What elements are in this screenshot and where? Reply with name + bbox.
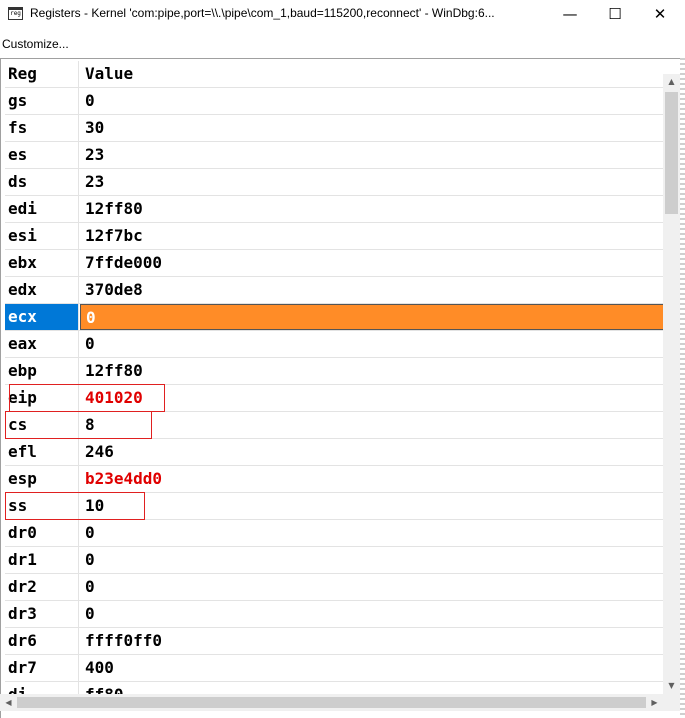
- register-name[interactable]: edx: [5, 277, 79, 303]
- register-row-ebx[interactable]: ebx 7ffde000: [5, 250, 666, 277]
- register-row-fs[interactable]: fs 30: [5, 115, 666, 142]
- windbg-app-icon[interactable]: reg: [8, 7, 23, 20]
- register-row-dr0[interactable]: dr0 0: [5, 520, 666, 547]
- register-value[interactable]: 246: [80, 439, 666, 465]
- register-name[interactable]: dr6: [5, 628, 79, 654]
- maximize-button[interactable]: ☐: [592, 0, 638, 28]
- horizontal-scroll-thumb[interactable]: [17, 697, 646, 708]
- register-name[interactable]: fs: [5, 115, 79, 141]
- register-row-eip[interactable]: eip 401020: [5, 385, 666, 412]
- register-value[interactable]: b23e4dd0: [80, 466, 666, 492]
- column-header-reg[interactable]: Reg: [5, 61, 79, 87]
- horizontal-scrollbar[interactable]: ◀ ▶: [0, 694, 663, 711]
- close-button[interactable]: ✕: [637, 0, 683, 28]
- register-value[interactable]: 23: [80, 142, 666, 168]
- register-row-ss[interactable]: ss 10: [5, 493, 666, 520]
- register-row-ds[interactable]: ds 23: [5, 169, 666, 196]
- register-row-ebp[interactable]: ebp 12ff80: [5, 358, 666, 385]
- register-row-dr2[interactable]: dr2 0: [5, 574, 666, 601]
- register-value[interactable]: 401020: [80, 385, 666, 411]
- register-value[interactable]: 7ffde000: [80, 250, 666, 276]
- register-name[interactable]: gs: [5, 88, 79, 114]
- customize-bar: Customize...: [0, 28, 685, 58]
- register-name[interactable]: ss: [5, 493, 79, 519]
- minimize-icon: —: [562, 5, 578, 23]
- grid-header: Reg Value: [5, 61, 666, 88]
- register-name[interactable]: cs: [5, 412, 79, 438]
- register-row-esi[interactable]: esi 12f7bc: [5, 223, 666, 250]
- register-name[interactable]: ds: [5, 169, 79, 195]
- scroll-down-arrow-icon[interactable]: ▼: [663, 678, 680, 694]
- register-row-dr7[interactable]: dr7 400: [5, 655, 666, 682]
- register-row-ecx[interactable]: ecx 0: [5, 304, 666, 331]
- minimize-button[interactable]: —: [547, 0, 593, 28]
- register-value[interactable]: 10: [80, 493, 666, 519]
- title-bar: reg Registers - Kernel 'com:pipe,port=\\…: [0, 0, 685, 28]
- register-value[interactable]: 0: [80, 331, 666, 357]
- register-value[interactable]: ffff0ff0: [80, 628, 666, 654]
- register-name[interactable]: dr2: [5, 574, 79, 600]
- register-name[interactable]: eip: [5, 385, 79, 411]
- register-name[interactable]: dr7: [5, 655, 79, 681]
- register-row-edi[interactable]: edi 12ff80: [5, 196, 666, 223]
- register-name[interactable]: dr3: [5, 601, 79, 627]
- register-value[interactable]: 12ff80: [80, 196, 666, 222]
- vertical-scrollbar[interactable]: ▲ ▼: [663, 74, 680, 694]
- register-row-cs[interactable]: cs 8: [5, 412, 666, 439]
- register-name[interactable]: esp: [5, 466, 79, 492]
- vertical-scroll-thumb[interactable]: [665, 92, 678, 214]
- register-row-efl[interactable]: efl 246: [5, 439, 666, 466]
- register-row-edx[interactable]: edx 370de8: [5, 277, 666, 304]
- register-name[interactable]: ebx: [5, 250, 79, 276]
- register-value[interactable]: 0: [80, 601, 666, 627]
- register-name[interactable]: ecx: [5, 304, 79, 330]
- register-name[interactable]: ebp: [5, 358, 79, 384]
- close-icon: ✕: [653, 5, 667, 23]
- register-value[interactable]: 400: [80, 655, 666, 681]
- register-row-esp[interactable]: esp b23e4dd0: [5, 466, 666, 493]
- register-value[interactable]: 23: [80, 169, 666, 195]
- register-value[interactable]: 8: [80, 412, 666, 438]
- scroll-right-arrow-icon[interactable]: ▶: [646, 694, 663, 711]
- registers-grid-frame: Reg Value gs 0 fs 30 es 23 ds 23 edi 12ff80 esi 12f…: [0, 58, 684, 718]
- register-value[interactable]: 0: [80, 574, 666, 600]
- register-value[interactable]: 12f7bc: [80, 223, 666, 249]
- register-row-gs[interactable]: gs 0: [5, 88, 666, 115]
- register-name[interactable]: dr1: [5, 547, 79, 573]
- maximize-icon: ☐: [608, 5, 622, 23]
- register-row-dr3[interactable]: dr3 0: [5, 601, 666, 628]
- scrollbar-corner: [663, 694, 680, 711]
- register-name[interactable]: dr0: [5, 520, 79, 546]
- register-value[interactable]: 0: [80, 304, 666, 330]
- window-title: Registers - Kernel 'com:pipe,port=\\.\pi…: [30, 6, 495, 20]
- register-row-eax[interactable]: eax 0: [5, 331, 666, 358]
- registers-grid: Reg Value gs 0 fs 30 es 23 ds 23 edi 12ff80 esi 12f…: [5, 61, 666, 709]
- window-edge: [680, 58, 685, 718]
- register-value[interactable]: 0: [80, 88, 666, 114]
- register-name[interactable]: edi: [5, 196, 79, 222]
- register-value[interactable]: 30: [80, 115, 666, 141]
- register-row-dr1[interactable]: dr1 0: [5, 547, 666, 574]
- scroll-left-arrow-icon[interactable]: ◀: [0, 694, 17, 711]
- register-name[interactable]: eax: [5, 331, 79, 357]
- register-value[interactable]: 370de8: [80, 277, 666, 303]
- scroll-up-arrow-icon[interactable]: ▲: [663, 74, 680, 90]
- register-name[interactable]: es: [5, 142, 79, 168]
- register-name[interactable]: esi: [5, 223, 79, 249]
- customize-button[interactable]: Customize...: [2, 37, 69, 51]
- register-value[interactable]: 0: [80, 520, 666, 546]
- register-value[interactable]: 12ff80: [80, 358, 666, 384]
- column-header-value[interactable]: Value: [80, 61, 666, 87]
- register-name[interactable]: efl: [5, 439, 79, 465]
- register-value[interactable]: 0: [80, 547, 666, 573]
- register-row-es[interactable]: es 23: [5, 142, 666, 169]
- register-row-dr6[interactable]: dr6 ffff0ff0: [5, 628, 666, 655]
